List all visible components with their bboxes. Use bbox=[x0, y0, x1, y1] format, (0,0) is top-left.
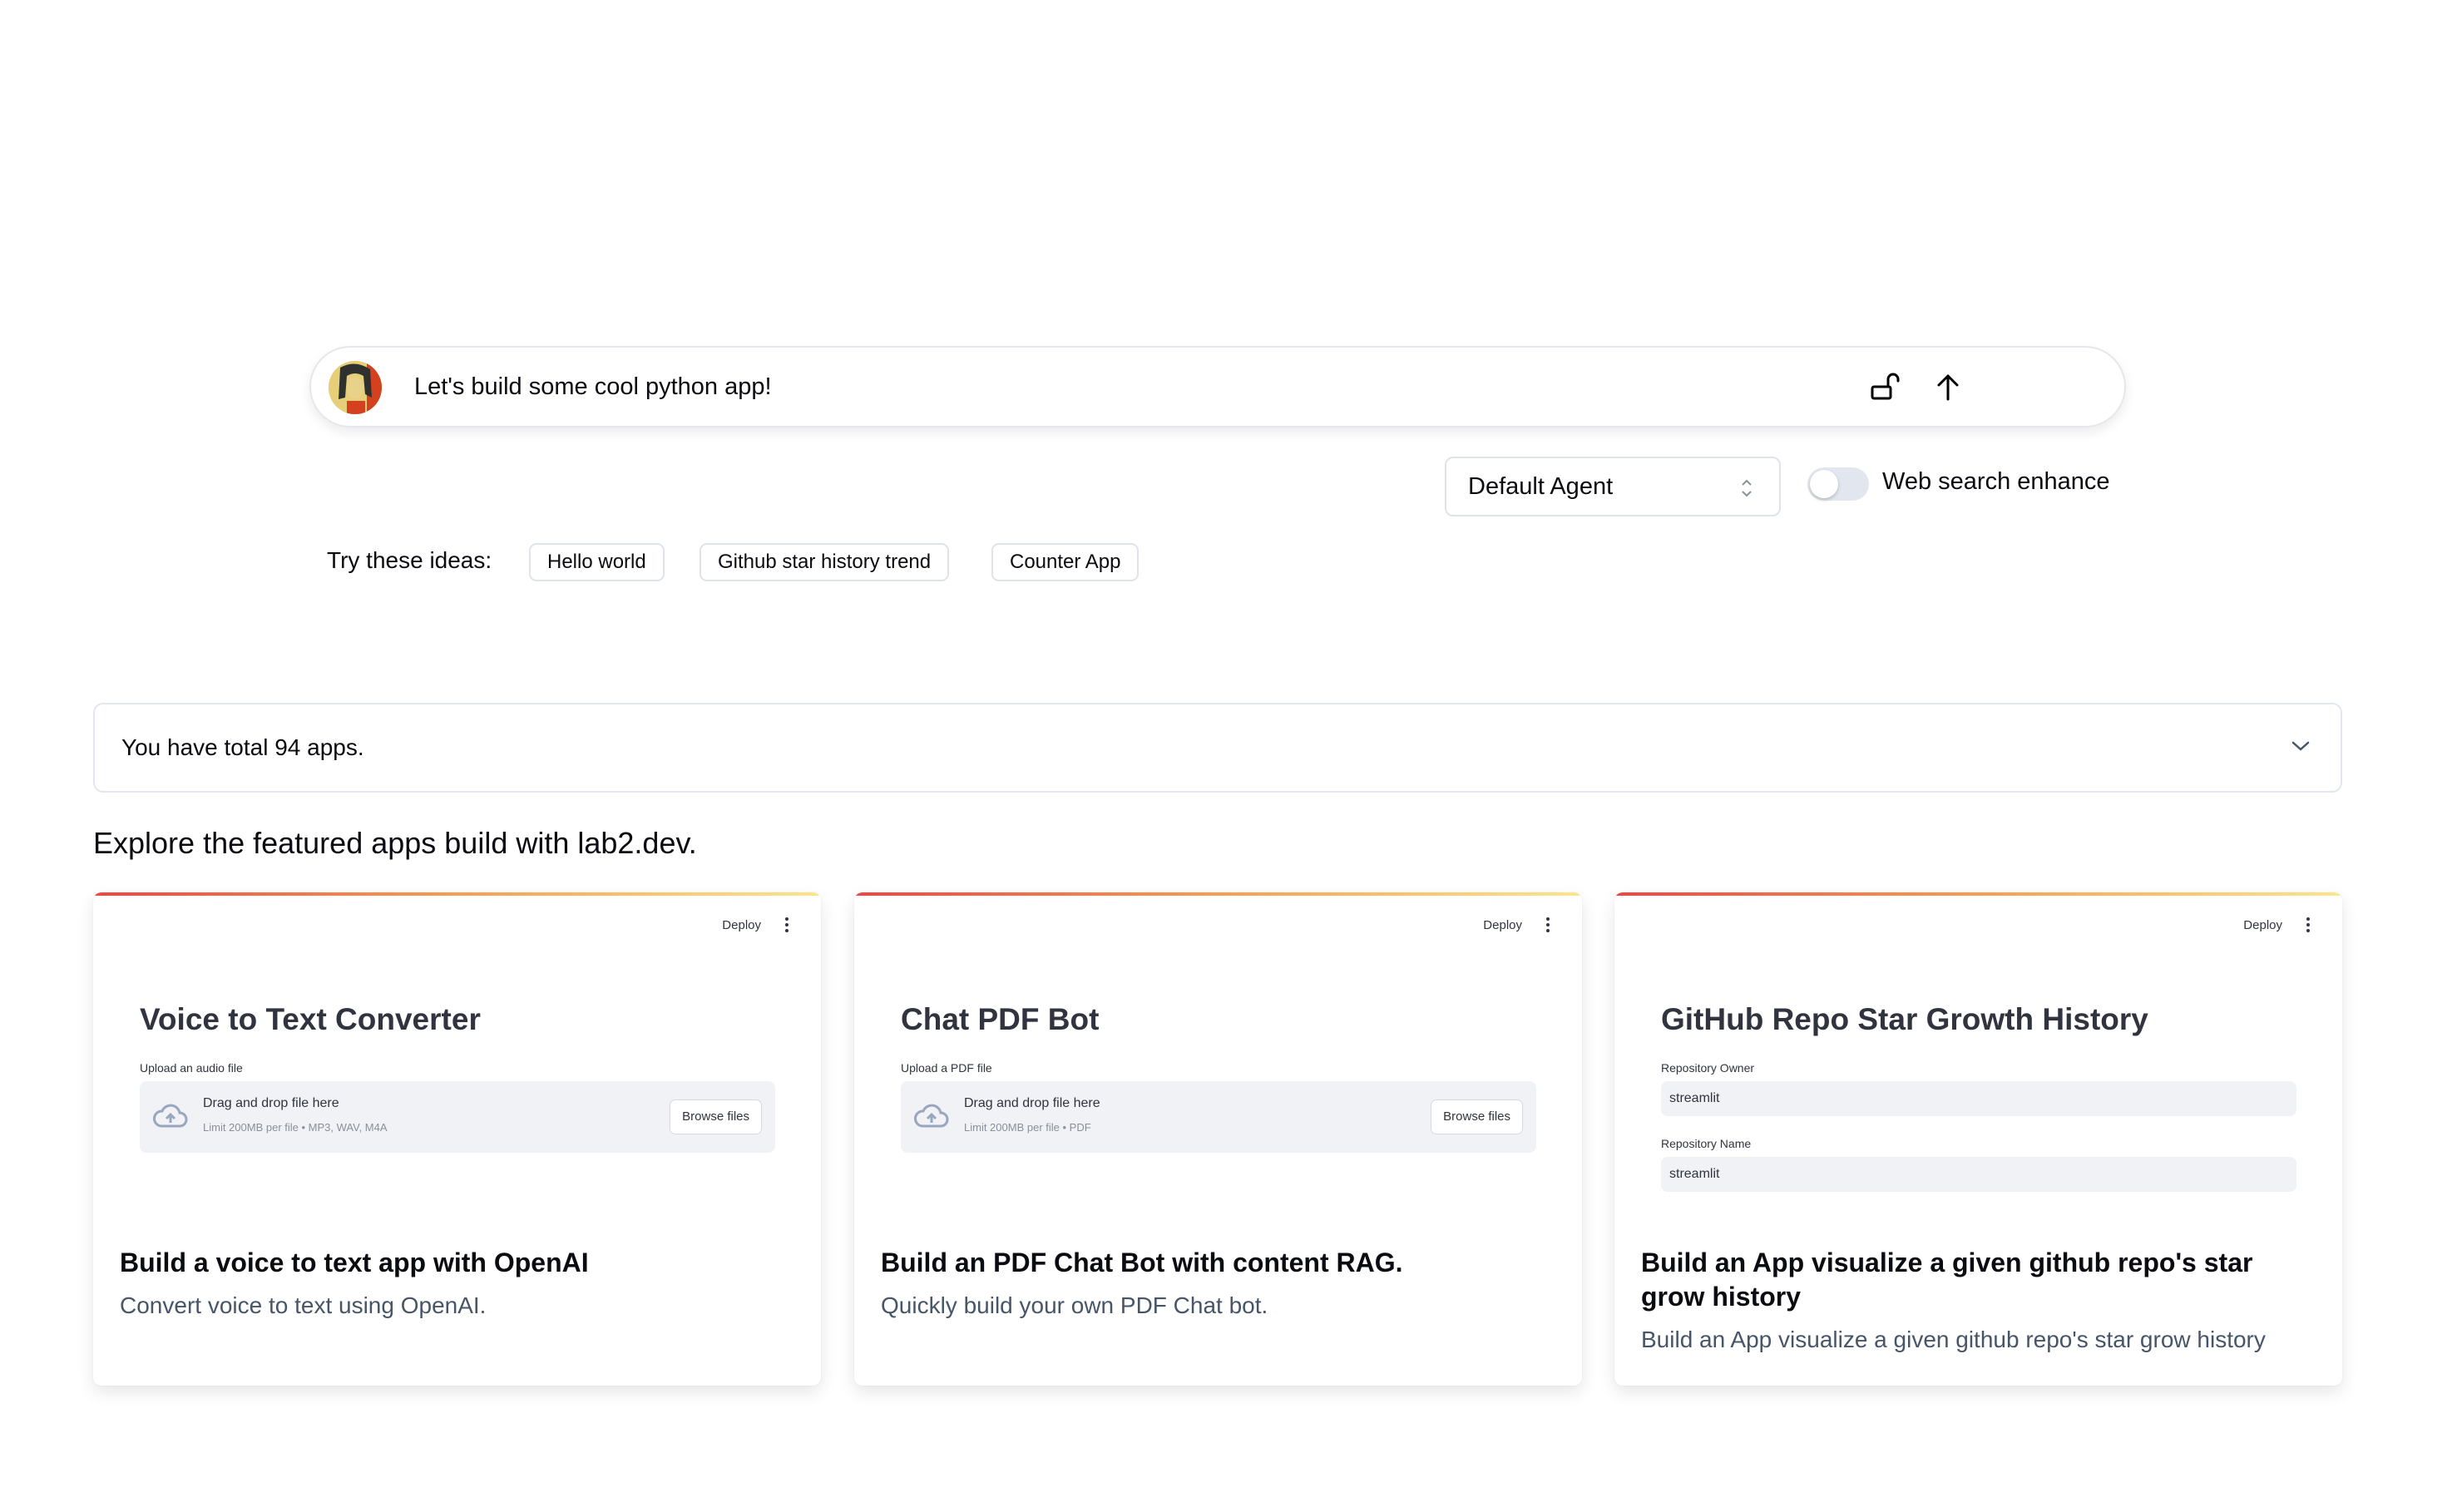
preview-dropzone: Drag and drop file here Limit 200MB per … bbox=[140, 1081, 775, 1153]
toggle-knob bbox=[1810, 470, 1838, 498]
web-search-label: Web search enhance bbox=[1882, 468, 2110, 495]
preview-name-label: Repository Name bbox=[1661, 1137, 1752, 1150]
preview-dropzone-title: Drag and drop file here bbox=[203, 1096, 339, 1110]
card-title: Build an PDF Chat Bot with content RAG. bbox=[881, 1248, 1403, 1277]
app-preview: Deploy Voice to Text Converter Upload an… bbox=[93, 896, 821, 1212]
idea-chip-counter-app[interactable]: Counter App bbox=[991, 543, 1140, 581]
preview-browse-button: Browse files bbox=[1431, 1099, 1523, 1134]
preview-dropzone: Drag and drop file here Limit 200MB per … bbox=[901, 1081, 1536, 1153]
card-title: Build a voice to text app with OpenAI bbox=[120, 1248, 589, 1277]
preview-app-title: GitHub Repo Star Growth History bbox=[1661, 1002, 2148, 1036]
user-avatar[interactable] bbox=[329, 361, 382, 414]
preview-app-title: Chat PDF Bot bbox=[901, 1002, 1100, 1036]
agent-select-value: Default Agent bbox=[1468, 473, 1614, 500]
kebab-menu-icon bbox=[1546, 917, 1550, 932]
kebab-menu-icon bbox=[785, 917, 789, 932]
featured-app-card-github-stars[interactable]: Deploy GitHub Repo Star Growth History R… bbox=[1614, 892, 2342, 1386]
idea-chip-github-star-history[interactable]: Github star history trend bbox=[700, 543, 950, 581]
kebab-menu-icon bbox=[2306, 917, 2310, 932]
featured-app-card-voice-to-text[interactable]: Deploy Voice to Text Converter Upload an… bbox=[93, 892, 821, 1386]
featured-apps-heading: Explore the featured apps build with lab… bbox=[93, 826, 697, 860]
apps-summary-text: You have total 94 apps. bbox=[121, 734, 364, 760]
select-chevrons-icon bbox=[1742, 479, 1752, 497]
cloud-upload-icon bbox=[914, 1104, 949, 1128]
preview-app-title: Voice to Text Converter bbox=[140, 1002, 481, 1036]
app-preview: Deploy Chat PDF Bot Upload a PDF file Dr… bbox=[854, 896, 1582, 1212]
unlock-icon[interactable] bbox=[1868, 369, 1905, 406]
agent-select[interactable]: Default Agent bbox=[1445, 457, 1781, 516]
preview-dropzone-limit: Limit 200MB per file • PDF bbox=[964, 1121, 1091, 1134]
preview-owner-field: streamlit bbox=[1661, 1081, 2296, 1116]
preview-dropzone-title: Drag and drop file here bbox=[964, 1096, 1100, 1110]
app-preview: Deploy GitHub Repo Star Growth History R… bbox=[1614, 896, 2342, 1212]
avatar-image bbox=[329, 361, 382, 414]
preview-owner-label: Repository Owner bbox=[1661, 1061, 1755, 1075]
featured-app-card-chat-pdf[interactable]: Deploy Chat PDF Bot Upload a PDF file Dr… bbox=[854, 892, 1582, 1386]
preview-browse-button: Browse files bbox=[670, 1099, 762, 1134]
ideas-label: Try these ideas: bbox=[327, 547, 492, 573]
preview-name-field: streamlit bbox=[1661, 1157, 2296, 1192]
prompt-input[interactable] bbox=[414, 366, 1911, 408]
card-description: Quickly build your own PDF Chat bot. bbox=[881, 1292, 1268, 1318]
preview-upload-label: Upload an audio file bbox=[140, 1061, 243, 1075]
preview-dropzone-limit: Limit 200MB per file • MP3, WAV, M4A bbox=[203, 1121, 388, 1134]
preview-upload-label: Upload a PDF file bbox=[901, 1061, 992, 1075]
preview-deploy-label: Deploy bbox=[722, 918, 761, 932]
chat-prompt-bar bbox=[309, 346, 2126, 427]
chevron-down-icon bbox=[2291, 741, 2310, 751]
card-title: Build an App visualize a given github re… bbox=[1641, 1248, 2253, 1312]
arrow-up-icon[interactable] bbox=[1930, 369, 1966, 406]
card-description: Build an App visualize a given github re… bbox=[1641, 1327, 2266, 1352]
card-description: Convert voice to text using OpenAI. bbox=[120, 1292, 487, 1318]
preview-deploy-label: Deploy bbox=[2243, 918, 2282, 932]
web-search-toggle[interactable] bbox=[1807, 467, 1869, 501]
apps-summary-expander[interactable]: You have total 94 apps. bbox=[93, 703, 2342, 793]
preview-deploy-label: Deploy bbox=[1483, 918, 1522, 932]
cloud-upload-icon bbox=[153, 1104, 188, 1128]
idea-chip-hello-world[interactable]: Hello world bbox=[529, 543, 665, 581]
